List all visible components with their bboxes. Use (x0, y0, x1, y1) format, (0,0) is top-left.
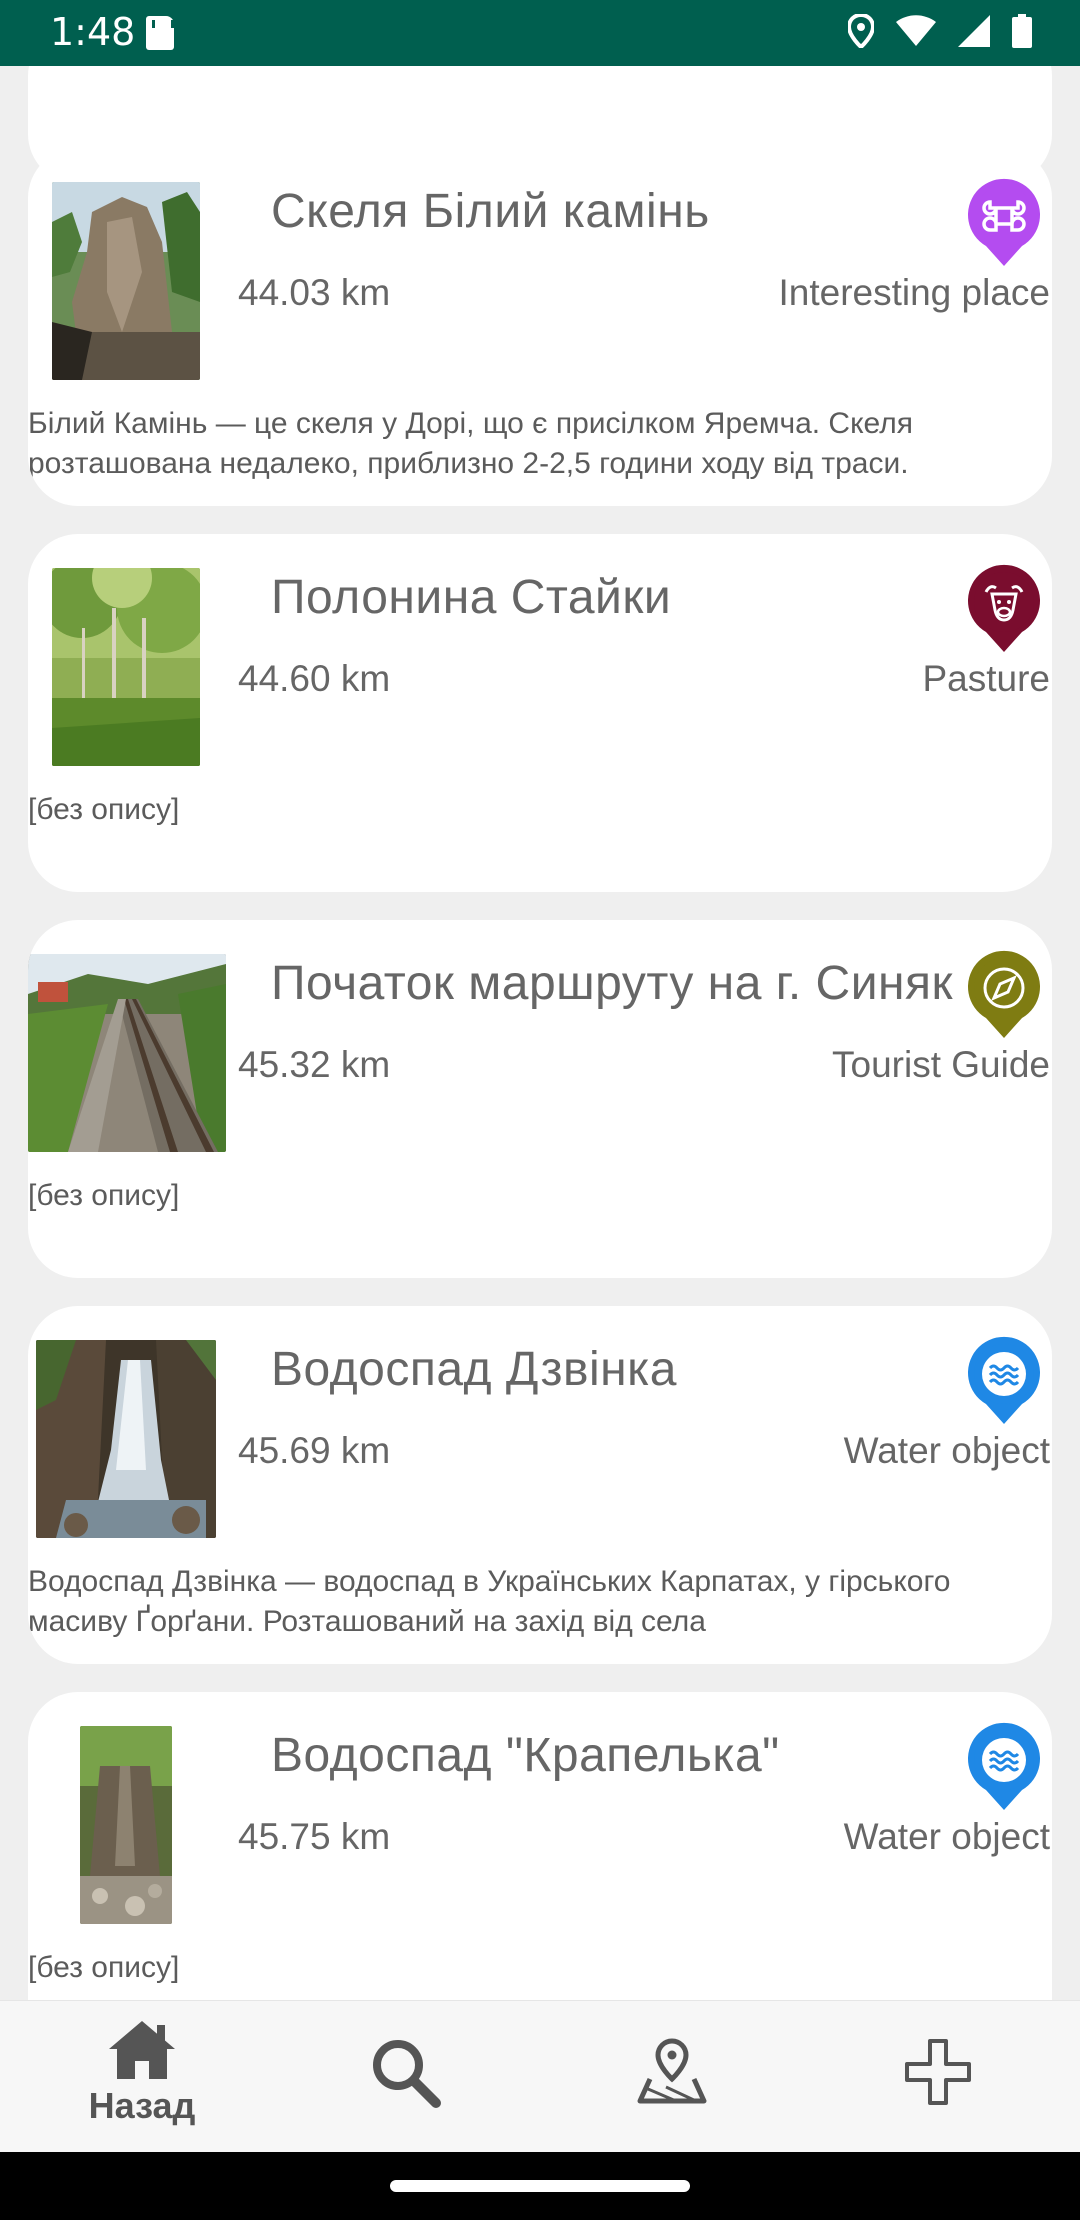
place-distance: 45.75 km (238, 1816, 391, 1857)
water-icon (968, 1336, 1040, 1424)
plus-icon (905, 2039, 971, 2105)
place-title: Водоспад Дзвінка (271, 1343, 677, 1396)
place-title: Полонина Стайки (271, 571, 672, 624)
signal-icon (958, 15, 990, 47)
nav-map-button[interactable] (572, 2037, 772, 2157)
search-icon (373, 2040, 441, 2108)
status-bar: 1:48 (0, 0, 1080, 66)
place-description: [без опису] (28, 1951, 180, 1984)
place-photo (28, 954, 226, 1152)
list-item[interactable]: Скеля Білий камінь 44.03 km Interesting … (28, 148, 1052, 506)
home-gesture-pill[interactable] (390, 2180, 690, 2192)
place-type: Pasture (922, 658, 1050, 699)
home-icon (109, 2021, 175, 2079)
place-photo (52, 182, 200, 380)
list-item[interactable]: Водоспад "Крапелька" 45.75 km Water obje… (28, 1692, 1052, 2000)
location-icon (848, 14, 874, 48)
places-list[interactable]: Скеля Білий камінь 44.03 km Interesting … (0, 66, 1080, 2000)
water-icon (968, 1722, 1040, 1810)
place-photo (52, 568, 200, 766)
list-item[interactable]: Водоспад Дзвінка 45.69 km Water object В… (28, 1306, 1052, 1664)
nav-home-button[interactable]: Назад (42, 2019, 242, 2139)
place-description: Водоспад Дзвінка — водоспад в Українськи… (28, 1565, 951, 1638)
wifi-icon (896, 15, 936, 46)
place-distance: 44.03 km (238, 272, 391, 313)
place-description: [без опису] (28, 793, 180, 826)
compass-icon (968, 950, 1040, 1038)
cow-icon (968, 564, 1040, 652)
nav-add-button[interactable] (838, 2037, 1038, 2157)
place-distance: 45.32 km (238, 1044, 391, 1085)
place-description: Білий Камінь — це скеля у Дорі, що є при… (28, 407, 913, 480)
battery-icon (1012, 14, 1032, 48)
place-photo (36, 1340, 216, 1538)
list-item[interactable]: Полонина Стайки 44.60 km Pasture [без оп… (28, 534, 1052, 892)
place-title: Початок маршруту на г. Синяк (271, 957, 954, 1010)
bottom-navigation: Назад (0, 2000, 1080, 2152)
nav-search-button[interactable] (306, 2037, 506, 2157)
nav-home-label: Назад (88, 2085, 196, 2126)
place-title: Водоспад "Крапелька" (271, 1729, 780, 1782)
place-title: Скеля Білий камінь (271, 185, 710, 238)
list-item[interactable]: Початок маршруту на г. Синяк 45.32 km To… (28, 920, 1052, 1278)
place-description: [без опису] (28, 1179, 180, 1212)
place-distance: 45.69 km (238, 1430, 391, 1471)
command-icon (968, 178, 1040, 266)
place-type: Tourist Guide (832, 1044, 1050, 1085)
place-distance: 44.60 km (238, 658, 391, 699)
place-photo (80, 1726, 172, 1924)
status-time: 1:48 (50, 10, 136, 54)
place-type: Water object (843, 1430, 1050, 1471)
sd-card-icon (146, 16, 174, 50)
place-type: Water object (843, 1816, 1050, 1857)
place-type: Interesting place (778, 272, 1050, 313)
system-navigation-bar (0, 2152, 1080, 2220)
map-pin-icon (637, 2038, 707, 2104)
